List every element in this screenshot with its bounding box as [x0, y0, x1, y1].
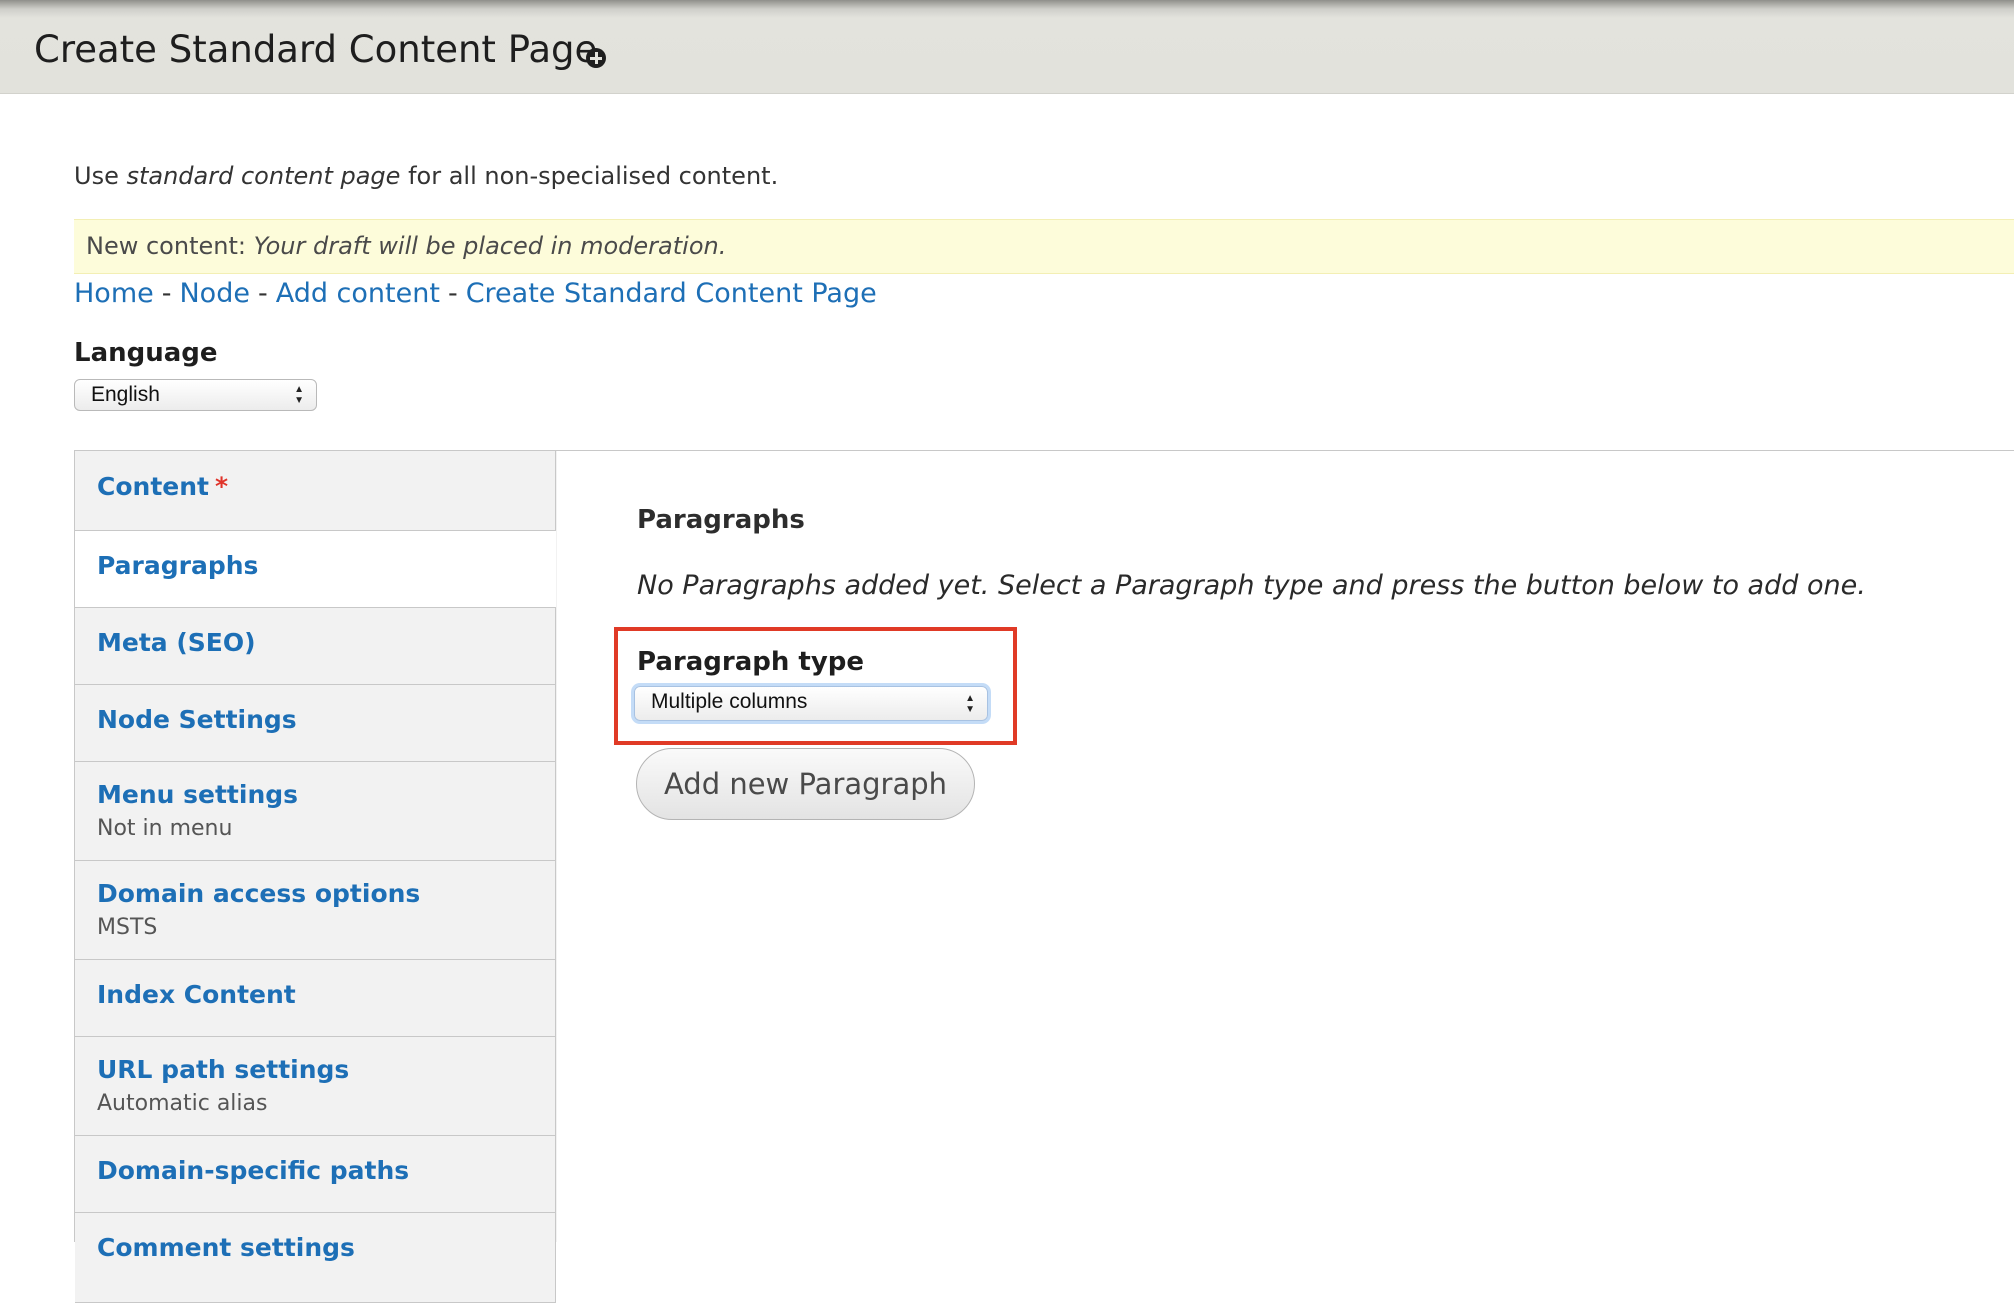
tab-pane-border [556, 450, 2014, 451]
help-emphasis: standard content page [126, 162, 401, 190]
language-label: Language [74, 338, 218, 368]
tab-domain-access-summary: MSTS [97, 915, 158, 940]
select-arrows-icon: ▲ ▼ [294, 384, 304, 406]
plus-circle-icon[interactable] [586, 48, 606, 68]
help-prefix: Use [74, 162, 127, 190]
paragraph-type-select[interactable]: Multiple columns ▲ ▼ [634, 686, 988, 721]
tab-url-path-label: URL path settings [97, 1055, 350, 1084]
help-text: Use standard content page for all non-sp… [74, 162, 778, 190]
tab-domain-specific-paths[interactable]: Domain-specific paths [75, 1136, 556, 1213]
page-title: Create Standard Content Page [34, 28, 598, 71]
breadcrumb-create-page[interactable]: Create Standard Content Page [466, 278, 877, 309]
breadcrumb-separator: - [257, 278, 268, 309]
tab-meta-seo-label: Meta (SEO) [97, 628, 256, 657]
language-selected-value: English [91, 383, 160, 406]
tab-node-settings-label: Node Settings [97, 705, 297, 734]
tab-index-content-label: Index Content [97, 980, 296, 1009]
tab-url-path-summary: Automatic alias [97, 1091, 268, 1116]
tab-index-content[interactable]: Index Content [75, 960, 556, 1037]
breadcrumb-node[interactable]: Node [179, 278, 249, 309]
tab-comment-settings[interactable]: Comment settings [75, 1213, 556, 1303]
tab-menu-settings[interactable]: Menu settings Not in menu [75, 762, 556, 861]
moderation-text: Your draft will be placed in moderation. [253, 232, 727, 260]
breadcrumb-separator: - [161, 278, 172, 309]
tab-menu-settings-summary: Not in menu [97, 816, 233, 841]
tab-domain-access-label: Domain access options [97, 879, 421, 908]
required-marker: * [214, 472, 229, 501]
tab-content-label: Content [97, 472, 209, 501]
tab-content[interactable]: Content * [75, 451, 556, 531]
add-new-paragraph-button[interactable]: Add new Paragraph [636, 748, 975, 820]
vertical-tabs: Content * Paragraphs Meta (SEO) Node Sett… [74, 450, 557, 1303]
tab-domain-specific-paths-label: Domain-specific paths [97, 1156, 410, 1185]
tab-domain-access-options[interactable]: Domain access options MSTS [75, 861, 556, 960]
tab-meta-seo[interactable]: Meta (SEO) [75, 608, 556, 685]
breadcrumb-add-content[interactable]: Add content [276, 278, 440, 309]
help-suffix: for all non-specialised content. [400, 162, 779, 190]
breadcrumb-separator: - [447, 278, 458, 309]
tab-node-settings[interactable]: Node Settings [75, 685, 556, 762]
paragraph-type-label: Paragraph type [637, 647, 865, 677]
tab-url-path-settings[interactable]: URL path settings Automatic alias [75, 1037, 556, 1136]
breadcrumb-home[interactable]: Home [74, 278, 154, 309]
paragraphs-title: Paragraphs [637, 505, 805, 535]
language-select[interactable]: English ▲ ▼ [74, 379, 317, 411]
tab-paragraphs[interactable]: Paragraphs [75, 531, 556, 608]
breadcrumb: Home - Node - Add content - Create Standard Co… [74, 278, 877, 309]
page-header: Create Standard Content Page [0, 0, 2014, 93]
moderation-label: New content: [86, 232, 254, 260]
tab-menu-settings-label: Menu settings [97, 780, 299, 809]
tab-paragraphs-label: Paragraphs [97, 551, 259, 580]
moderation-message: New content: Your draft will be placed i… [74, 219, 2014, 274]
select-arrows-icon: ▲ ▼ [965, 693, 975, 715]
tab-comment-settings-label: Comment settings [97, 1233, 355, 1262]
paragraph-type-selected-value: Multiple columns [651, 690, 808, 713]
paragraphs-description: No Paragraphs added yet. Select a Paragr… [637, 570, 1866, 601]
